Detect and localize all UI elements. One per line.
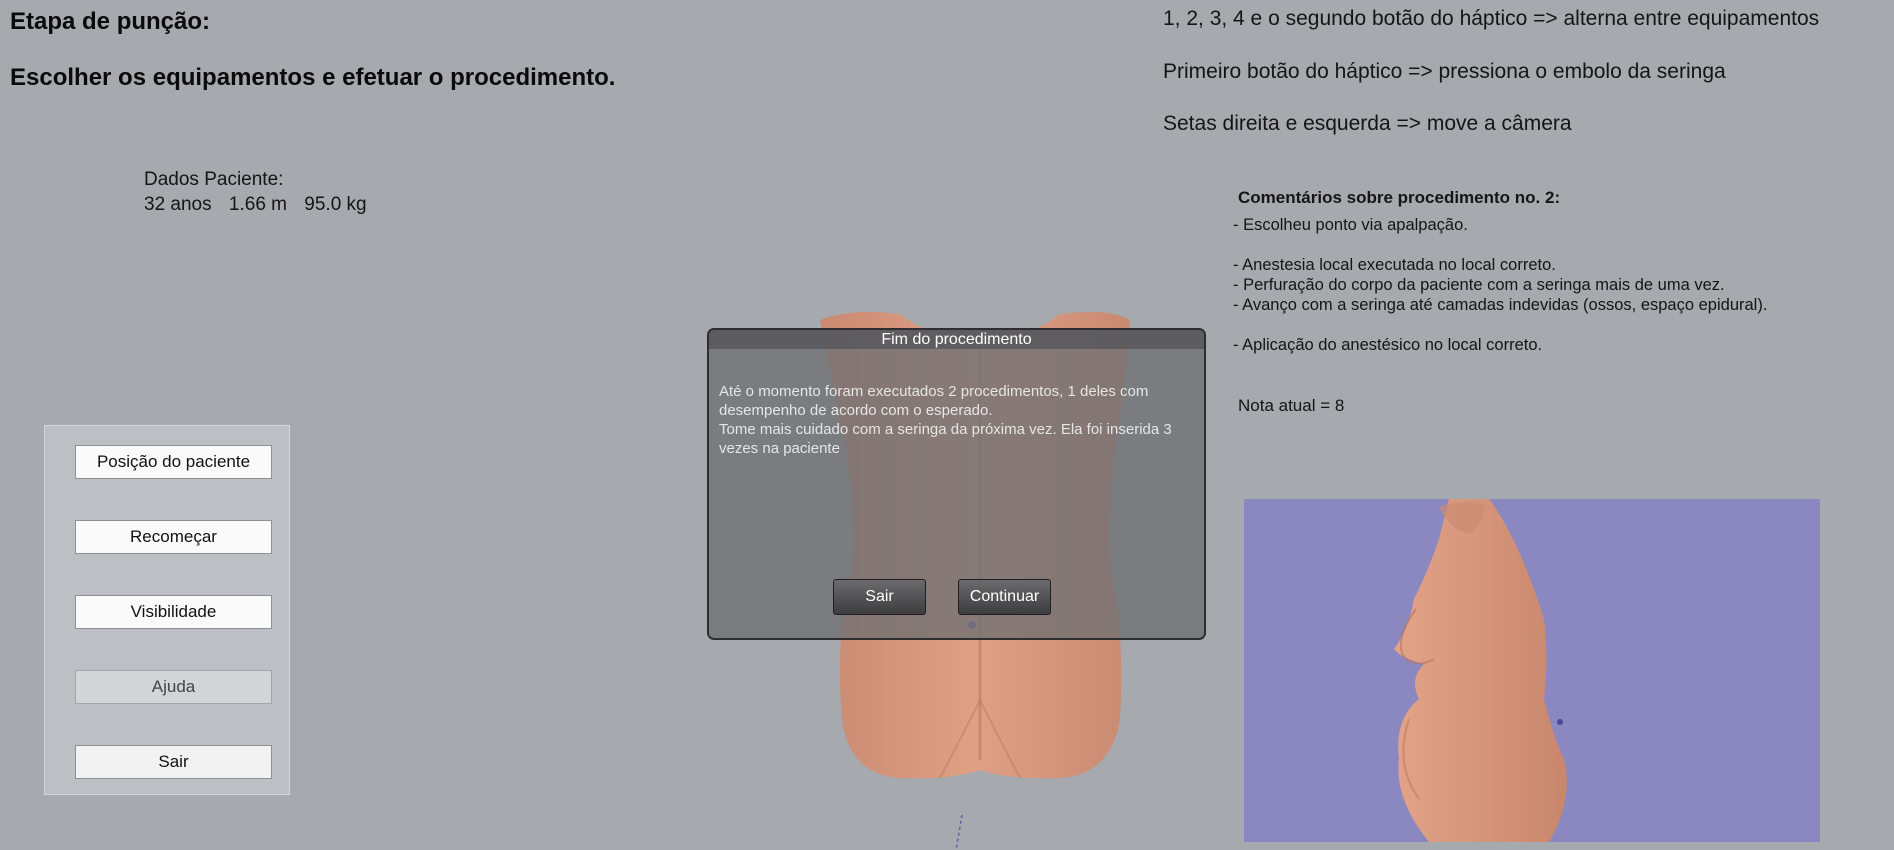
exit-button[interactable]: Sair (75, 745, 272, 779)
help-button[interactable]: Ajuda (75, 670, 272, 704)
dialog-message-warning: Tome mais cuidado com a seringa da próxi… (719, 421, 1172, 457)
comment-line: - Anestesia local executada no local cor… (1233, 256, 1556, 274)
dialog-exit-button[interactable]: Sair (833, 579, 926, 615)
patient-height: 1.66 m (228, 194, 287, 215)
comment-line (1233, 235, 1767, 255)
comment-line: - Aplicação do anestésico no local corre… (1233, 336, 1543, 354)
procedure-comments: Comentários sobre procedimento no. 2: - … (1233, 188, 1767, 355)
dialog-title: Fim do procedimento (709, 330, 1204, 349)
current-grade: Nota atual = 8 (1238, 396, 1345, 415)
patient-side-view (1394, 499, 1567, 842)
patient-data-label: Dados Paciente: (144, 169, 284, 190)
comment-line: - Perfuração do corpo da paciente com a … (1233, 276, 1725, 294)
patient-data-values: 32 anos 1.66 m 95.0 kg (144, 194, 379, 216)
needle-guide-line (955, 815, 963, 850)
page-subtitle: Escolher os equipamentos e efetuar o pro… (10, 64, 616, 91)
dialog-message: Até o momento foram executados 2 procedi… (719, 382, 1199, 458)
comment-line: - Avanço com a seringa até camadas indev… (1233, 296, 1768, 314)
dialog-message-summary: Até o momento foram executados 2 procedi… (719, 383, 1149, 419)
page-title: Etapa de punção: (10, 8, 211, 35)
visibility-button[interactable]: Visibilidade (75, 595, 272, 629)
patient-weight: 95.0 kg (304, 194, 367, 215)
end-of-procedure-dialog: Fim do procedimento Até o momento foram … (707, 328, 1206, 640)
instruction-press-plunger: Primeiro botão do háptico => pressiona o… (1163, 60, 1726, 83)
patient-position-button[interactable]: Posição do paciente (75, 445, 272, 479)
instruction-switch-equipment: 1, 2, 3, 4 e o segundo botão do háptico … (1163, 7, 1820, 30)
dialog-continue-button[interactable]: Continuar (958, 579, 1051, 615)
comment-line: - Escolheu ponto via apalpação. (1233, 216, 1468, 234)
comments-title: Comentários sobre procedimento no. 2: (1238, 188, 1561, 207)
comment-line (1233, 315, 1767, 335)
patient-age: 32 anos (144, 194, 212, 215)
restart-button[interactable]: Recomeçar (75, 520, 272, 554)
control-panel: Posição do paciente Recomeçar Visibilida… (44, 425, 290, 795)
instruction-move-camera: Setas direita e esquerda => move a câmer… (1163, 112, 1572, 135)
side-needle-marker (1557, 719, 1563, 725)
side-view-viewport (1244, 499, 1820, 842)
